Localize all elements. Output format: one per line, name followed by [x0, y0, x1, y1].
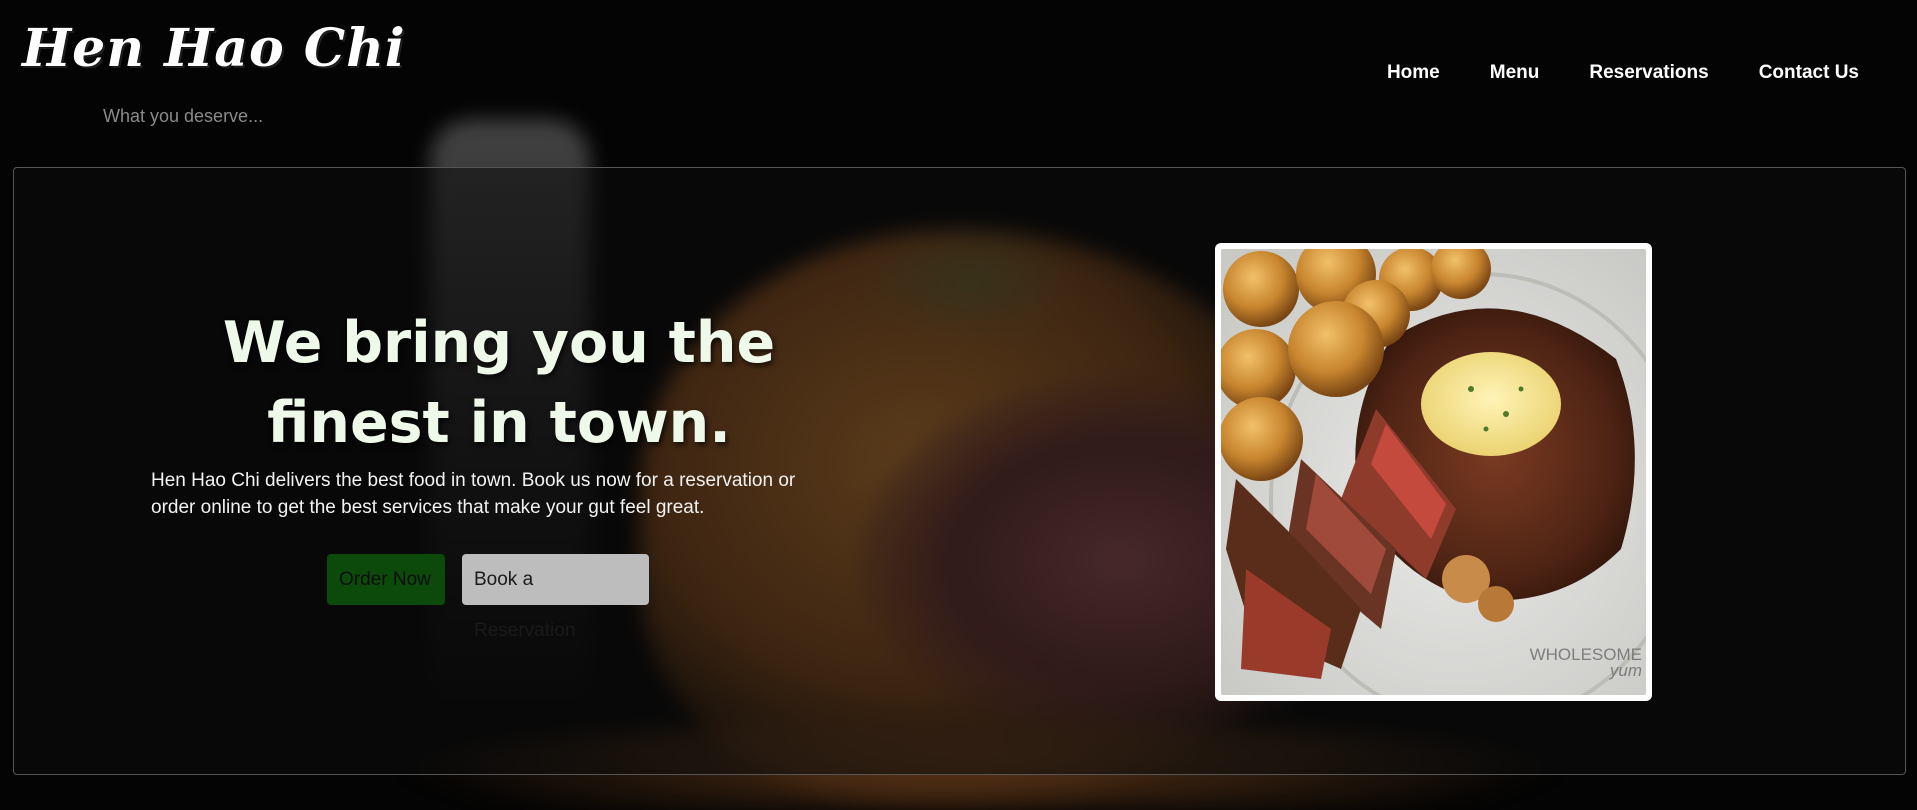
- hero-description: Hen Hao Chi delivers the best food in to…: [151, 470, 796, 518]
- nav-item-home[interactable]: Home: [1387, 62, 1440, 84]
- nav-item-contact-us[interactable]: Contact Us: [1759, 62, 1859, 84]
- featured-dish-photo: WHOLESOME yum: [1215, 243, 1652, 701]
- main-nav: Home Menu Reservations Contact Us: [1387, 62, 1859, 84]
- steak-potatoes-image: [1221, 249, 1646, 695]
- nav-item-menu[interactable]: Menu: [1490, 62, 1540, 84]
- photo-watermark: WHOLESOME yum: [1530, 646, 1642, 680]
- order-now-button[interactable]: Order Now: [327, 554, 445, 605]
- site-logo[interactable]: Hen Hao Chi: [22, 18, 406, 79]
- book-reservation-button[interactable]: Book a Reservation: [462, 554, 649, 641]
- watermark-line-2: yum: [1609, 661, 1642, 680]
- hero-panel: We bring you the finest in town. Hen Hao…: [13, 167, 1906, 775]
- hero-headline: We bring you the finest in town.: [222, 310, 776, 456]
- page: Hen Hao Chi What you deserve... Home Men…: [0, 0, 1917, 810]
- tagline: What you deserve...: [103, 106, 264, 126]
- nav-item-reservations[interactable]: Reservations: [1589, 62, 1708, 84]
